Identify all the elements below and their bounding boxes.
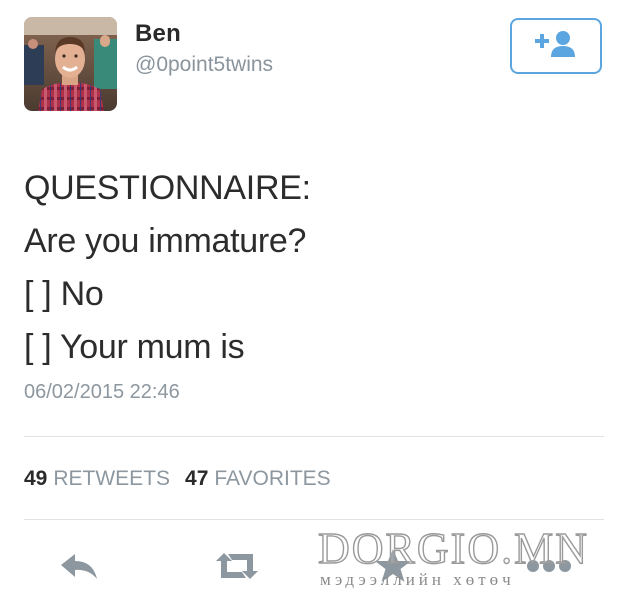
tweet-line: QUESTIONNAIRE: bbox=[24, 169, 311, 207]
retweets-count: 49 bbox=[24, 467, 48, 490]
follow-button[interactable] bbox=[510, 18, 602, 74]
tweet-line: [ ] No bbox=[24, 275, 104, 313]
tweet-timestamp: 06/02/2015 22:46 bbox=[24, 381, 180, 403]
retweet-button[interactable] bbox=[212, 545, 262, 591]
reply-icon bbox=[57, 551, 101, 586]
retweet-icon bbox=[214, 550, 260, 587]
user-name[interactable]: Ben bbox=[135, 20, 181, 48]
follow-user-icon bbox=[534, 29, 578, 64]
divider bbox=[24, 519, 604, 520]
reply-button[interactable] bbox=[54, 545, 104, 591]
watermark-logo: DORGIO.MN bbox=[317, 523, 589, 573]
tweet-text: QUESTIONNAIRE: Are you immature? [ ] No … bbox=[24, 162, 604, 374]
divider bbox=[24, 436, 604, 437]
watermark-tagline: мэдээллийн хөтөч bbox=[320, 570, 515, 589]
favorites-label: FAVORITES bbox=[214, 467, 331, 490]
user-handle[interactable]: @0point5twins bbox=[135, 53, 273, 77]
retweets-stat[interactable]: 49 RETWEETS bbox=[24, 467, 170, 491]
tweet-stats: 49 RETWEETS 47 FAVORITES bbox=[24, 467, 346, 491]
tweet-line: [ ] Your mum is bbox=[24, 328, 245, 366]
tweet-line: Are you immature? bbox=[24, 222, 307, 260]
retweets-label: RETWEETS bbox=[53, 467, 171, 490]
favorites-stat[interactable]: 47 FAVORITES bbox=[185, 467, 331, 491]
avatar[interactable] bbox=[24, 17, 117, 111]
favorites-count: 47 bbox=[185, 467, 209, 490]
